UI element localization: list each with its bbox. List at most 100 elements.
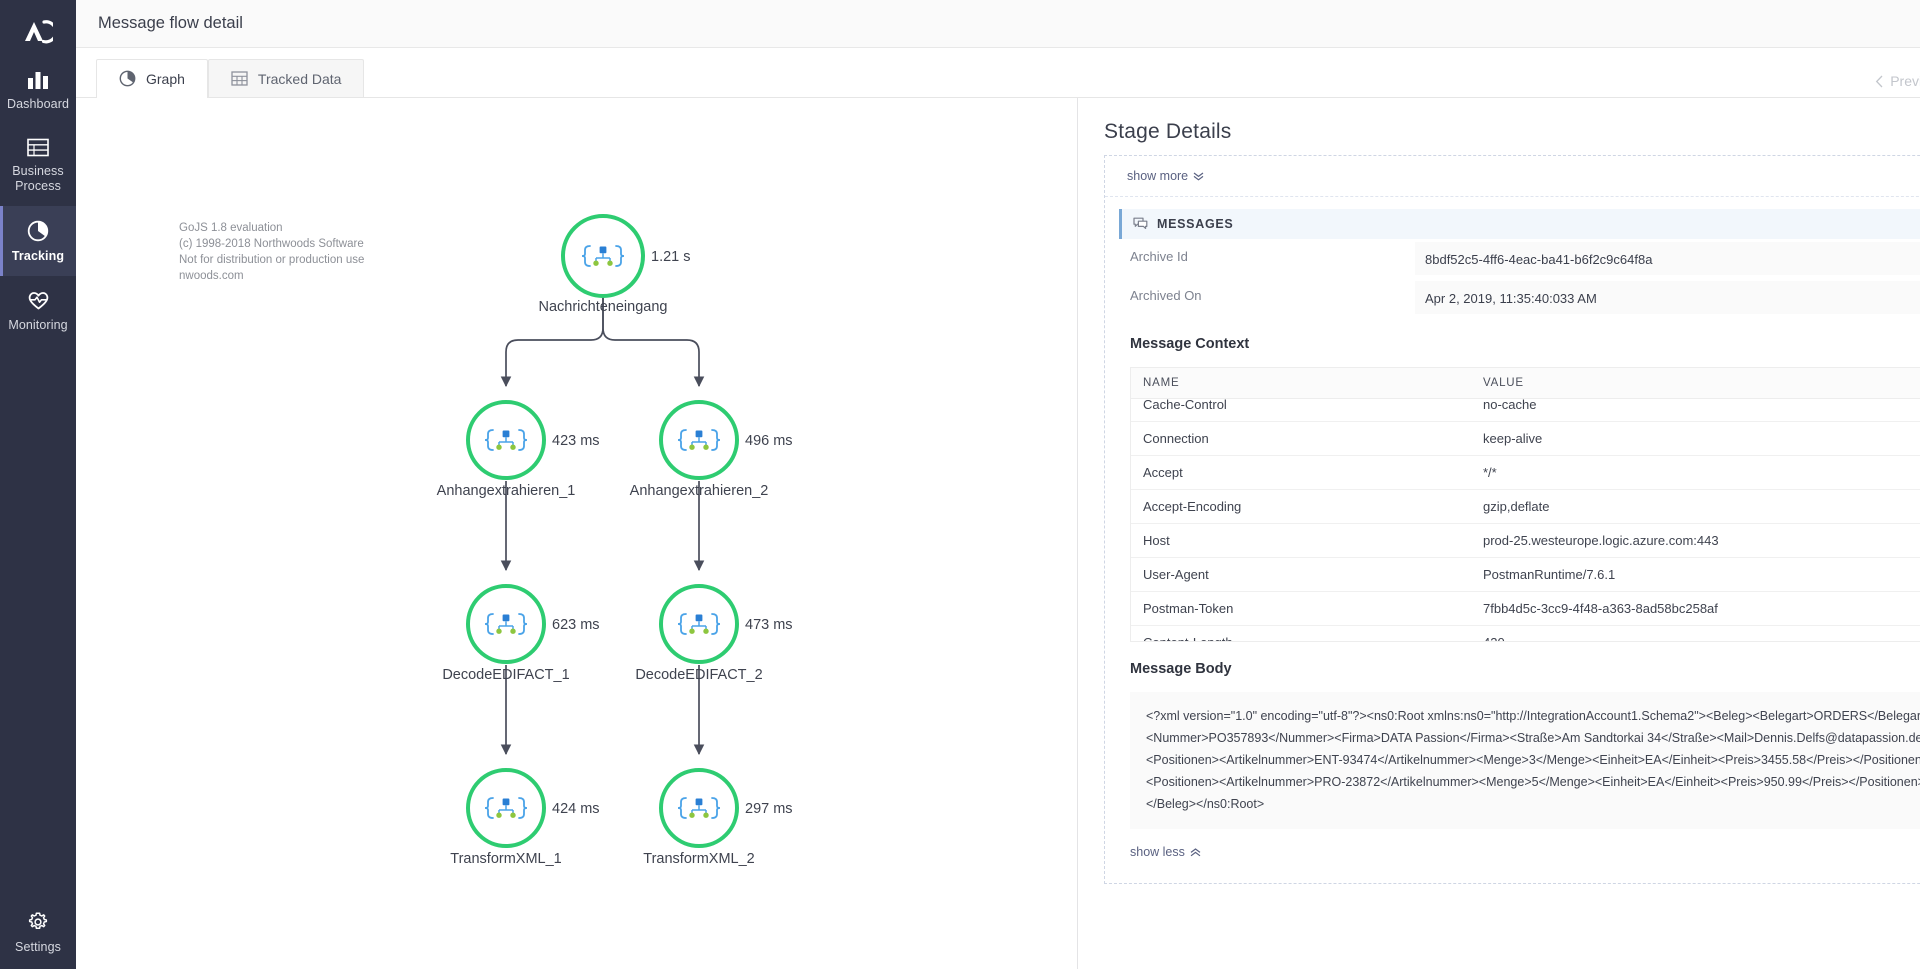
app-root: Dashboard Business Process Tracking Moni…: [0, 0, 1920, 969]
app-logo[interactable]: [0, 8, 76, 56]
tab-graph[interactable]: Graph: [96, 59, 208, 98]
message-body-line: <?xml version="1.0" encoding="utf-8"?><n…: [1146, 709, 1920, 723]
sidebar-item-label: Tracking: [11, 249, 65, 263]
sidebar-item-label: Business Process: [12, 164, 64, 193]
node-label: TransformXML_1: [450, 851, 561, 867]
graph-node[interactable]: 424 ms TransformXML_1: [450, 768, 600, 867]
pie-clock-icon: [27, 220, 49, 242]
graph-links: [500, 297, 705, 756]
sidebar-item-label: Settings: [15, 940, 61, 954]
sidebar-item-tracking[interactable]: Tracking: [0, 206, 76, 276]
node-duration: 424 ms: [552, 801, 600, 817]
table-row[interactable]: Connection keep-alive: [1131, 422, 1920, 456]
heart-pulse-icon: [28, 292, 48, 310]
show-more-label: show more: [1127, 169, 1189, 183]
node-label: Anhangextrahieren_1: [437, 483, 576, 499]
show-more-row: show more: [1105, 156, 1920, 197]
message-context-header: Message Context: [1119, 317, 1920, 367]
show-less-label: show less: [1130, 845, 1185, 859]
message-body-title: Message Body: [1130, 661, 1232, 677]
cell-name: Accept-Encoding: [1143, 499, 1242, 514]
table-body[interactable]: Cache-Control no-cache Connection keep-a…: [1131, 399, 1920, 641]
column-header-name: NAME: [1143, 377, 1180, 389]
node-label: DecodeEDIFACT_1: [442, 667, 569, 683]
cell-name: Cache-Control: [1143, 399, 1227, 412]
tab-tracked-data[interactable]: Tracked Data: [207, 59, 365, 97]
show-less-link[interactable]: show less: [1130, 845, 1201, 859]
cell-value: no-cache: [1483, 399, 1537, 412]
page-title: Message flow detail: [98, 14, 243, 32]
bar-chart-icon: [28, 72, 48, 89]
message-body-line: <Nummer>PO357893</Nummer><Firma>DATA Pas…: [1146, 731, 1920, 745]
tab-label: Graph: [146, 70, 185, 87]
cell-value: */*: [1483, 465, 1497, 480]
message-body-header: Message Body: [1119, 642, 1920, 692]
column-header-value: VALUE: [1483, 377, 1524, 389]
table-row[interactable]: Accept */*: [1131, 456, 1920, 490]
stage-details-card: show more MESSAGES Archive Id 8bdf52c5-4…: [1104, 155, 1920, 884]
table-scroll-inner: Cache-Control no-cache Connection keep-a…: [1131, 399, 1920, 641]
table-row[interactable]: Content-Length 420: [1131, 626, 1920, 641]
graph-node[interactable]: 623 ms DecodeEDIFACT_1: [442, 584, 600, 683]
message-body-content[interactable]: <?xml version="1.0" encoding="utf-8"?><n…: [1130, 692, 1920, 829]
table-row[interactable]: Accept-Encoding gzip,deflate: [1131, 490, 1920, 524]
details-inner: MESSAGES Archive Id 8bdf52c5-4ff6-4eac-b…: [1105, 197, 1920, 873]
message-context-table[interactable]: NAME VALUE Cache-Control no-cache Connec…: [1130, 367, 1920, 642]
sidebar-item-label: Monitoring: [8, 318, 68, 332]
cell-value: 420: [1471, 626, 1505, 641]
node-duration: 1.21 s: [651, 249, 691, 265]
chevron-double-down-icon: [1193, 172, 1204, 181]
cell-value: 7fbb4d5c-3cc9-4f48-a363-8ad58bc258af: [1483, 601, 1718, 616]
window-titlebar: Message flow detail: [76, 0, 1920, 48]
messages-section-label: MESSAGES: [1157, 217, 1234, 231]
message-body-line: <Positionen><Artikelnummer>ENT-93474</Ar…: [1146, 753, 1920, 767]
previous-button[interactable]: Previous: [1875, 73, 1920, 89]
pager: Previous Next: [1875, 73, 1920, 89]
node-duration: 473 ms: [745, 617, 793, 633]
graph-node[interactable]: 423 ms Anhangextrahieren_1: [437, 400, 600, 499]
cell-name: Postman-Token: [1143, 601, 1234, 616]
node-label: Anhangextrahieren_2: [630, 483, 769, 499]
previous-label: Previous: [1890, 73, 1920, 89]
main-area: Message flow detail Graph Tracked Data P…: [76, 0, 1920, 969]
graph-pane[interactable]: GoJS 1.8 evaluation (c) 1998-2018 Northw…: [76, 98, 1077, 969]
sidebar-item-settings[interactable]: Settings: [0, 897, 76, 969]
graph-node[interactable]: 297 ms TransformXML_2: [643, 768, 793, 867]
field-value: 8bdf52c5-4ff6-4eac-ba41-b6f2c9c64f8a: [1415, 242, 1920, 275]
field-row: Archive Id 8bdf52c5-4ff6-4eac-ba41-b6f2c…: [1119, 239, 1920, 278]
graph-node[interactable]: 1.21 s Nachrichteneingang: [539, 214, 691, 315]
cell-name: User-Agent: [1143, 567, 1209, 582]
table-row[interactable]: Host prod-25.westeurope.logic.azure.com:…: [1131, 524, 1920, 558]
table-row[interactable]: Cache-Control no-cache: [1131, 399, 1920, 422]
node-duration: 496 ms: [745, 433, 793, 449]
sidebar: Dashboard Business Process Tracking Moni…: [0, 0, 76, 969]
cell-name: Content-Length: [1131, 626, 1471, 641]
cell-name: Connection: [1143, 431, 1209, 446]
cell-name: Accept: [1143, 465, 1183, 480]
stage-details-pane: Stage Details show more MESSAGES Archive…: [1078, 98, 1920, 969]
node-duration: 423 ms: [552, 433, 600, 449]
table-row[interactable]: User-Agent PostmanRuntime/7.6.1: [1131, 558, 1920, 592]
field-key: Archive Id: [1130, 249, 1188, 264]
messages-section-header: MESSAGES: [1119, 209, 1920, 239]
sidebar-item-business-process[interactable]: Business Process: [0, 124, 76, 206]
tabs-bar: Graph Tracked Data Previous: [76, 48, 1920, 98]
chat-bubbles-icon: [1133, 217, 1148, 229]
table-rows-icon: [27, 138, 49, 157]
graph-node[interactable]: 496 ms Anhangextrahieren_2: [630, 400, 793, 499]
sidebar-item-dashboard[interactable]: Dashboard: [0, 56, 76, 124]
sidebar-item-monitoring[interactable]: Monitoring: [0, 276, 76, 345]
cell-value: gzip,deflate: [1483, 499, 1550, 514]
node-label: Nachrichteneingang: [539, 299, 668, 315]
chevron-double-up-icon: [1190, 847, 1201, 856]
show-more-link[interactable]: show more: [1127, 169, 1204, 183]
grid-table-icon: [231, 71, 248, 86]
graph-node[interactable]: 473 ms DecodeEDIFACT_2: [635, 584, 793, 683]
flow-graph[interactable]: 1.21 s Nachrichteneingang 423 ms Anhange…: [76, 98, 1077, 969]
stage-details-title: Stage Details: [1104, 120, 1232, 143]
node-label: TransformXML_2: [643, 851, 754, 867]
table-row[interactable]: Postman-Token 7fbb4d5c-3cc9-4f48-a363-8a…: [1131, 592, 1920, 626]
node-duration: 297 ms: [745, 801, 793, 817]
table-header-row: NAME VALUE: [1131, 368, 1920, 399]
field-value: Apr 2, 2019, 11:35:40:033 AM: [1415, 281, 1920, 314]
